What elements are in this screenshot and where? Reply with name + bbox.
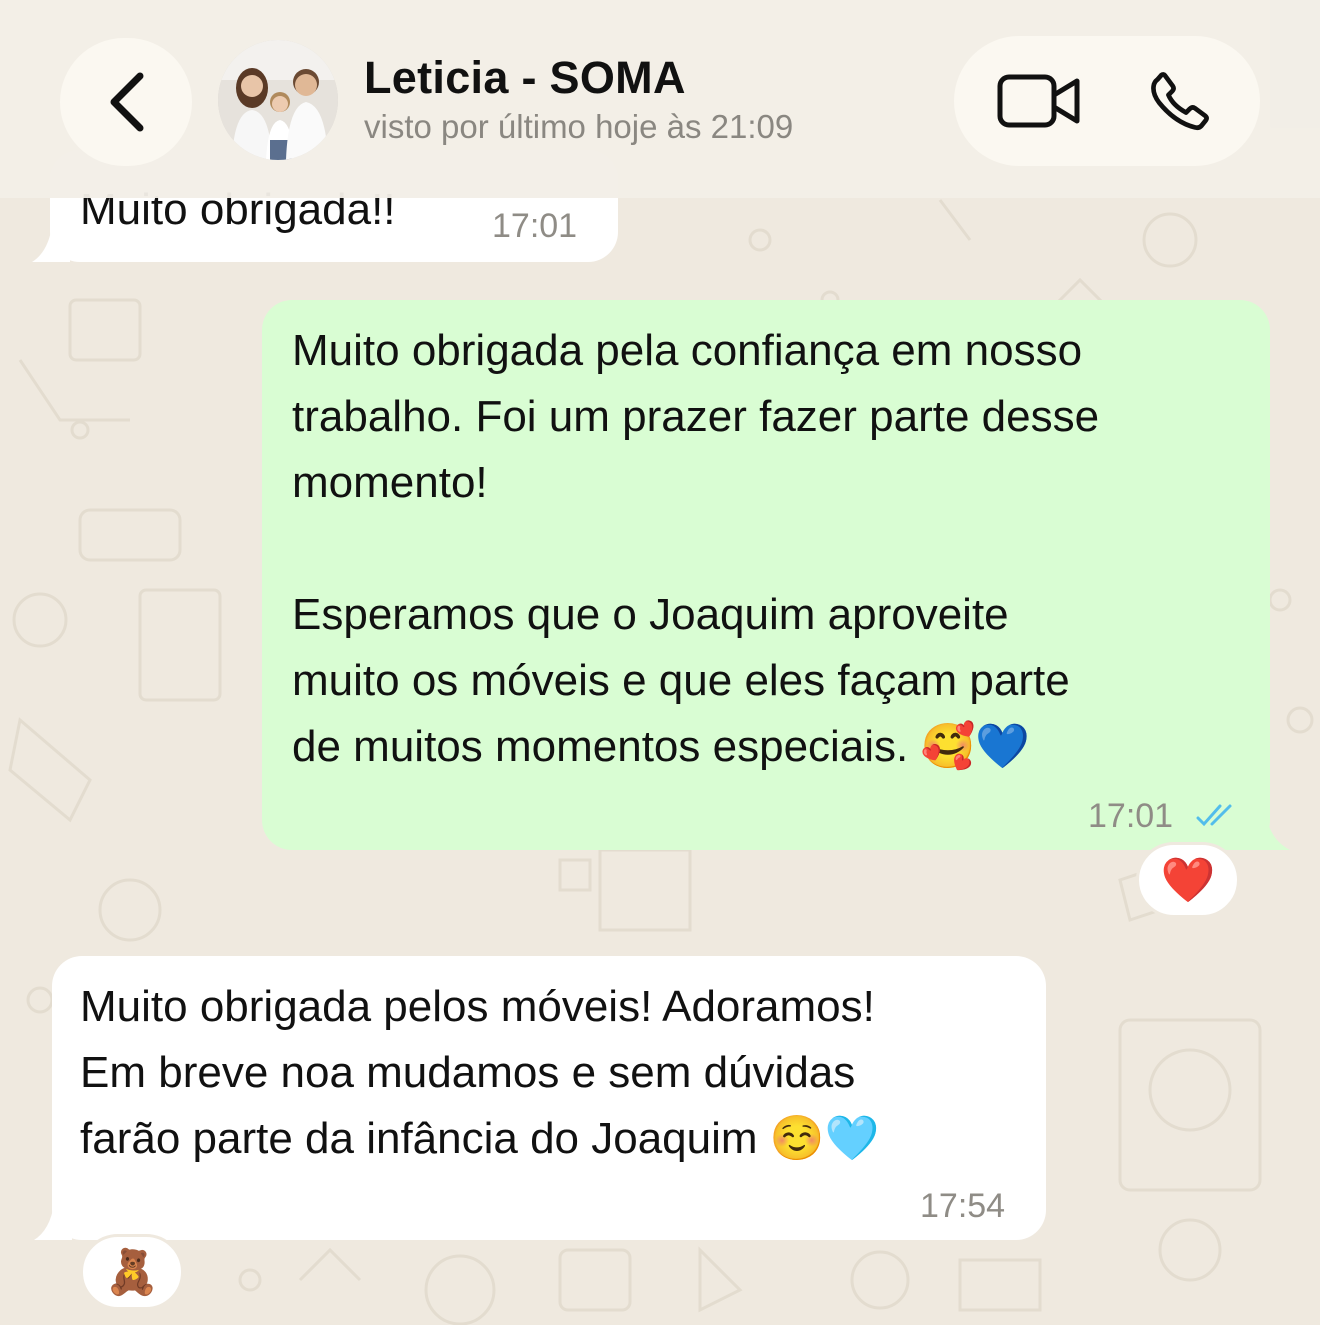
reaction-teddy-bear[interactable]: 🧸 bbox=[80, 1234, 184, 1310]
contact-name[interactable]: Leticia - SOMA bbox=[364, 52, 686, 104]
reaction-emoji: ❤️ bbox=[1160, 855, 1216, 906]
message-text: Muito obrigada pelos móveis! Adoramos! E… bbox=[80, 982, 880, 1163]
message-text: Muito obrigada pela confiança em nosso t… bbox=[292, 326, 1100, 771]
read-receipt-icon bbox=[1196, 804, 1232, 827]
last-seen-status: visto por último hoje às 21:09 bbox=[364, 108, 794, 145]
message-time: 17:01 bbox=[1088, 797, 1174, 835]
reaction-emoji: 🧸 bbox=[104, 1247, 160, 1298]
message-bubble-incoming[interactable]: Muito obrigada pelos móveis! Adoramos! E… bbox=[52, 956, 1046, 1240]
message-bubble-outgoing[interactable]: Muito obrigada pela confiança em nosso t… bbox=[262, 300, 1270, 850]
call-actions bbox=[954, 36, 1260, 166]
voice-call-button[interactable] bbox=[1140, 61, 1220, 141]
chevron-left-icon bbox=[110, 72, 144, 132]
bubble-tail bbox=[32, 226, 70, 262]
back-button[interactable] bbox=[60, 38, 192, 166]
message-time: 17:01 bbox=[492, 207, 578, 245]
bubble-tail bbox=[1236, 814, 1290, 850]
video-call-icon bbox=[997, 74, 1080, 128]
phone-call-icon bbox=[1151, 72, 1209, 131]
contact-avatar[interactable] bbox=[218, 40, 338, 160]
bubble-tail bbox=[34, 1204, 72, 1240]
chat-header: Leticia - SOMA visto por último hoje às … bbox=[0, 0, 1320, 198]
message-time: 17:54 bbox=[920, 1187, 1006, 1225]
reaction-heart[interactable]: ❤️ bbox=[1136, 842, 1240, 918]
video-call-button[interactable] bbox=[984, 66, 1094, 136]
